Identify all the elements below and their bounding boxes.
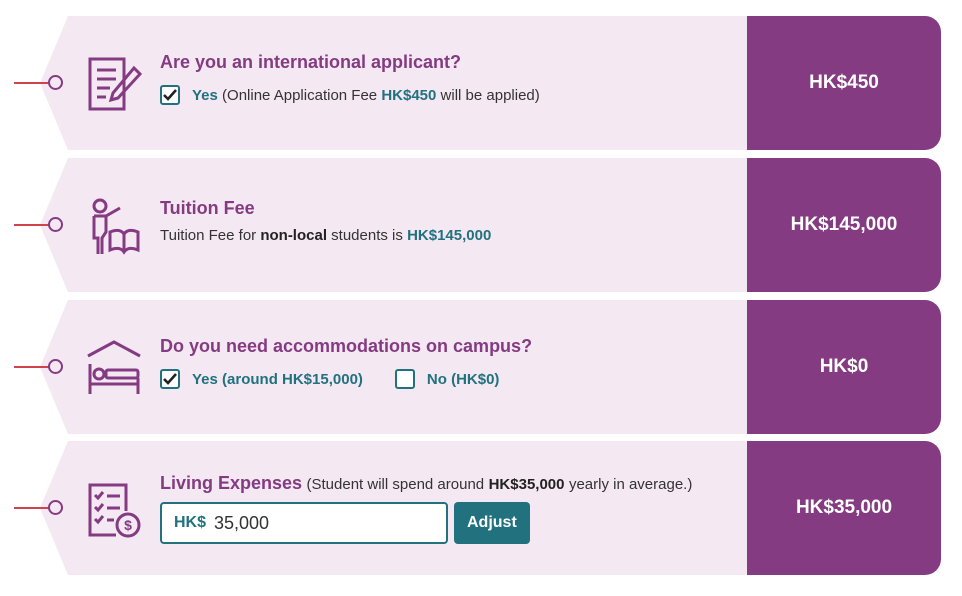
row-price: HK$35,000: [747, 441, 941, 575]
accommodation-no-checkbox[interactable]: [394, 369, 415, 389]
row-title: Do you need accommodations on campus?: [160, 336, 533, 356]
fee-row-accommodation: Do you need accommodations on campus? Ye…: [0, 300, 962, 434]
tag-string: [14, 507, 50, 509]
tag-string: [14, 366, 50, 368]
bed-house-icon: [86, 340, 142, 400]
option-no-label: No (HK$0): [426, 370, 500, 388]
tag-string: [14, 82, 50, 84]
row-price: HK$0: [747, 300, 941, 434]
desc-amount: HK$450: [381, 86, 437, 104]
row-price: HK$450: [747, 16, 941, 150]
tag-hole: [48, 217, 63, 232]
checkmark-icon: [163, 89, 177, 101]
international-yes-checkbox[interactable]: [160, 85, 180, 105]
desc-pre: Tuition Fee for: [160, 227, 257, 244]
fee-row-living: $ Living Expenses (Student will spend ar…: [0, 441, 962, 575]
desc-post: will be applied): [440, 86, 540, 104]
tag-string: [14, 224, 50, 226]
row-title: Tuition Fee: [160, 198, 255, 218]
tag-hole: [48, 75, 63, 90]
row-title: Living Expenses: [160, 473, 303, 493]
living-expenses-input[interactable]: HK$ 35,000: [160, 502, 448, 544]
row-title: Are you an international applicant?: [160, 52, 462, 72]
desc-amount: HK$35,000: [488, 476, 565, 493]
tag-hole: [48, 500, 63, 515]
desc-post: yearly in average.): [568, 476, 693, 493]
checkmark-icon: [163, 373, 177, 385]
checklist-dollar-icon: $: [86, 481, 142, 541]
accommodation-yes-checkbox[interactable]: [160, 369, 180, 389]
desc-amount: HK$145,000: [407, 227, 492, 244]
fee-row-tuition: Tuition Fee Tuition Fee for non-local st…: [0, 158, 962, 292]
tag-hole: [48, 359, 63, 374]
input-value: 35,000: [214, 512, 270, 533]
fee-row-international: Are you an international applicant? Yes …: [0, 16, 962, 150]
desc-pre: (Online Application Fee: [222, 86, 378, 104]
option-yes-label: Yes: [192, 86, 218, 104]
desc-pre: (Student will spend around: [306, 476, 485, 493]
row-price: HK$145,000: [747, 158, 941, 292]
currency-prefix: HK$: [174, 514, 207, 531]
option-yes-label: Yes (around HK$15,000): [192, 370, 363, 388]
desc-mid: students is: [331, 227, 403, 244]
teacher-book-icon: [86, 198, 142, 258]
document-pen-icon: [86, 54, 143, 114]
svg-text:$: $: [124, 517, 132, 533]
desc-bold: non-local: [260, 227, 327, 244]
adjust-button[interactable]: Adjust: [454, 502, 530, 544]
